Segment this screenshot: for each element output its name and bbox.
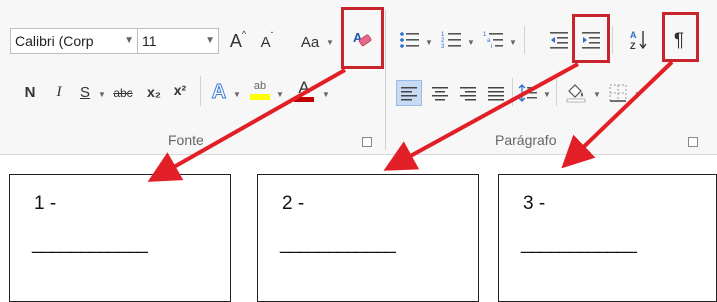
bullets-button[interactable] [398,28,422,52]
numbered-list-icon: 1 2 3 [441,32,461,50]
divider [612,26,613,54]
highlight-button[interactable]: ab [248,78,272,102]
svg-text:i: i [491,44,492,50]
bold-button[interactable]: N [22,82,38,102]
svg-text:A: A [630,30,637,40]
chevron-down-icon[interactable]: ▼ [425,38,433,47]
chevron-down-icon[interactable]: ▼ [326,38,334,47]
highlight-box-increase-indent [572,14,610,63]
font-group-label: Fonte [168,132,204,148]
bulleted-list-icon [400,32,419,48]
svg-text:3: 3 [441,44,445,50]
align-right-button[interactable] [456,80,480,106]
text-effects-button[interactable]: A [208,80,230,104]
highlight-box-clear-formatting [341,7,384,69]
text-effects-label: A [211,81,227,103]
answer-blank: ____________ [32,233,148,254]
font-color-button[interactable]: A [292,76,316,104]
change-case-button[interactable]: Aa [297,32,323,52]
answer-number: 1 - [34,193,57,214]
chevron-down-icon[interactable]: ▼ [98,90,106,99]
strikethrough-label: abc [113,86,133,100]
shading-button[interactable] [563,78,589,106]
font-color-label: A [298,77,310,97]
caret-down-icon: ˇ [270,31,274,40]
chevron-down-icon[interactable]: ▼ [467,38,475,47]
group-separator [385,10,386,150]
justify-button[interactable] [484,80,508,106]
chevron-down-icon[interactable]: ▼ [543,90,551,99]
borders-icon [609,84,627,102]
svg-text:Z: Z [630,41,636,51]
highlight-box-pilcrow [662,12,699,62]
superscript-button[interactable]: x² [170,80,190,100]
italic-button[interactable]: I [52,82,66,102]
divider [512,78,513,106]
bold-label: N [24,83,36,101]
paint-bucket-icon [566,84,586,103]
chevron-down-icon[interactable]: ▼ [233,90,241,99]
caret-up-icon: ^ [241,29,247,39]
chevron-down-icon[interactable]: ▼ [124,29,134,53]
answer-box-1[interactable]: 1 - ____________ [9,174,231,302]
subscript-button[interactable]: x₂ [144,82,164,102]
line-spacing-icon [518,84,537,102]
font-color-swatch [294,96,314,102]
chevron-down-icon[interactable]: ▼ [276,90,284,99]
multilevel-list-icon: 1 a i [483,32,503,50]
chevron-down-icon[interactable]: ▼ [205,29,215,53]
align-left-button[interactable] [396,80,422,106]
justify-icon [488,87,504,101]
align-left-icon [401,87,417,101]
shrink-font-button[interactable]: Aˇ [258,32,276,52]
answer-number: 2 - [282,193,305,214]
answer-box-2[interactable]: 2 - ____________ [257,174,479,302]
italic-label: I [56,83,62,100]
shrink-font-label: A [260,33,271,51]
font-size-value: 11 [142,33,157,49]
divider [524,26,525,54]
align-right-icon [460,87,476,101]
superscript-label: x² [173,82,187,98]
answer-number: 3 - [523,193,546,214]
font-size-combo[interactable]: 11 ▼ [137,28,219,54]
chevron-down-icon[interactable]: ▼ [509,38,517,47]
divider [200,76,201,106]
multilevel-list-button[interactable]: 1 a i [482,28,506,52]
underline-button[interactable]: S [78,82,92,102]
paragraph-dialog-launcher-icon[interactable] [688,137,698,147]
align-center-button[interactable] [428,80,452,106]
highlight-label: ab [253,79,267,92]
change-case-label: Aa [300,33,320,51]
line-spacing-button[interactable] [516,80,540,106]
grow-font-label: A [229,31,242,51]
sort-button[interactable]: A Z [628,28,650,52]
subscript-label: x₂ [146,84,161,100]
answer-blank: ____________ [521,233,637,254]
numbering-button[interactable]: 1 2 3 [440,28,464,52]
underline-label: S [79,83,90,101]
grow-font-button[interactable]: A ^ [228,30,248,52]
chevron-down-icon[interactable]: ▼ [634,90,642,99]
paragraph-group-label: Parágrafo [495,132,557,148]
align-center-icon [432,87,448,101]
chevron-down-icon[interactable]: ▼ [322,90,330,99]
font-dialog-launcher-icon[interactable] [362,137,372,147]
borders-button[interactable] [606,80,630,106]
font-name-value: Calibri (Corp [15,33,94,49]
answer-blank: ____________ [280,233,396,254]
answer-box-3[interactable]: 3 - ____________ [498,174,717,302]
sort-icon: A Z [630,30,647,51]
strikethrough-button[interactable]: abc [110,84,136,102]
font-name-combo[interactable]: Calibri (Corp ▼ [10,28,138,54]
chevron-down-icon[interactable]: ▼ [593,90,601,99]
highlight-color-swatch [250,93,270,100]
decrease-indent-button[interactable] [547,28,571,52]
divider [556,78,557,106]
decrease-indent-icon [550,32,568,49]
